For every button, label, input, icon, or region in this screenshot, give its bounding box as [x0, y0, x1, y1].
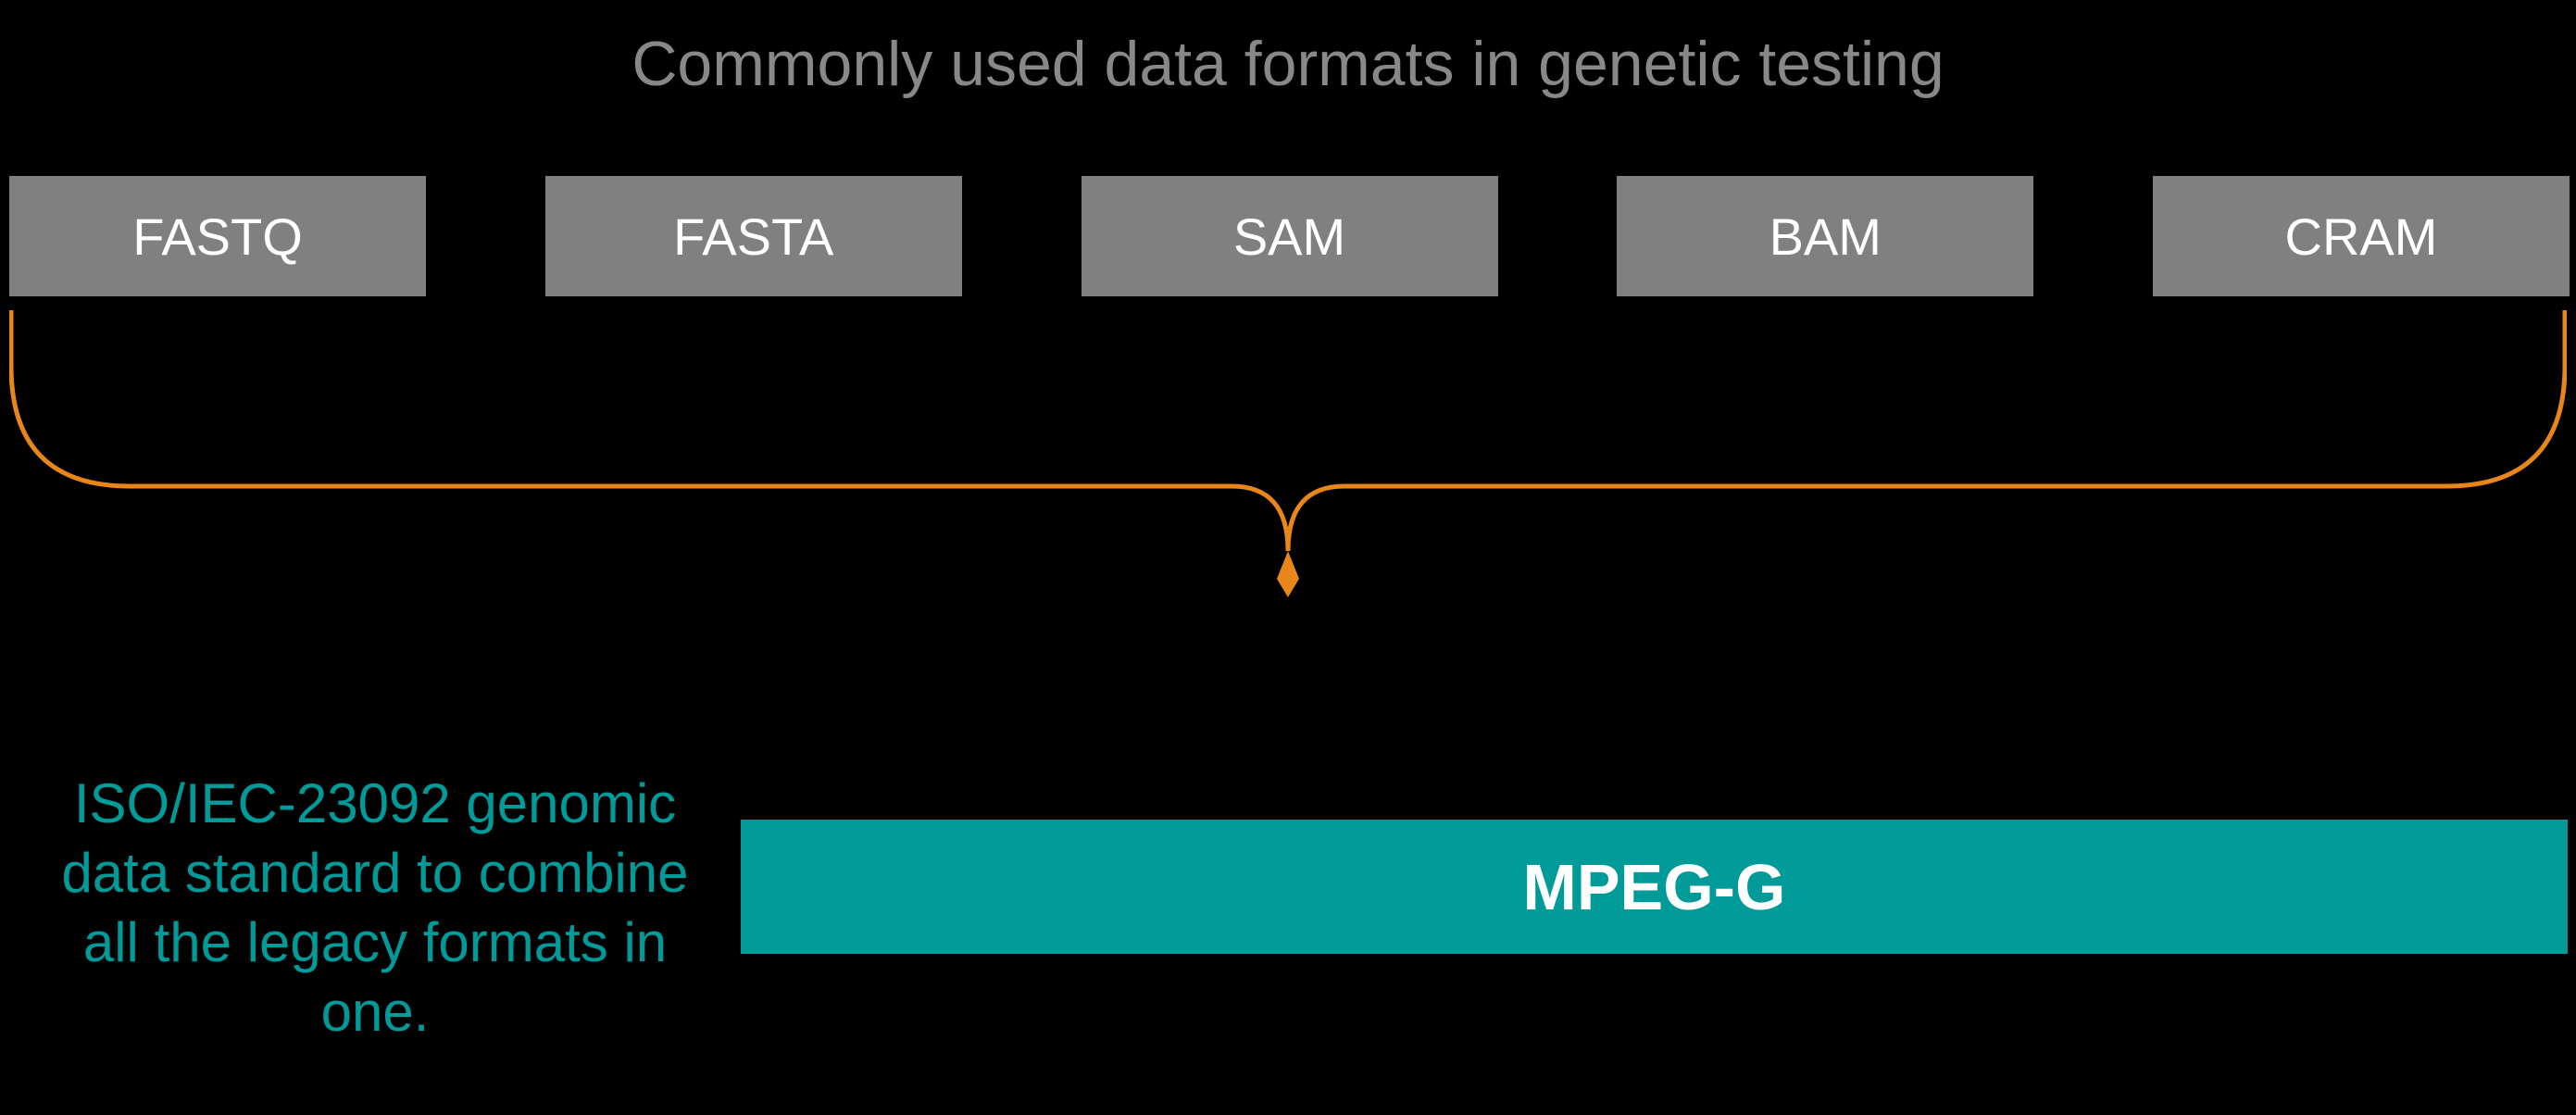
standard-description: ISO/IEC-23092 genomic data standard to c…	[28, 769, 722, 1046]
format-box-fasta: FASTA	[545, 176, 962, 296]
format-box-cram: CRAM	[2153, 176, 2570, 296]
diagram-title: Commonly used data formats in genetic te…	[0, 28, 2576, 100]
mpeg-g-box: MPEG-G	[741, 820, 2568, 954]
format-box-bam: BAM	[1617, 176, 2033, 296]
brace-connector	[9, 310, 2567, 597]
format-box-sam: SAM	[1082, 176, 1498, 296]
format-box-fastq: FASTQ	[9, 176, 426, 296]
format-row: FASTQ FASTA SAM BAM CRAM	[9, 176, 2570, 296]
